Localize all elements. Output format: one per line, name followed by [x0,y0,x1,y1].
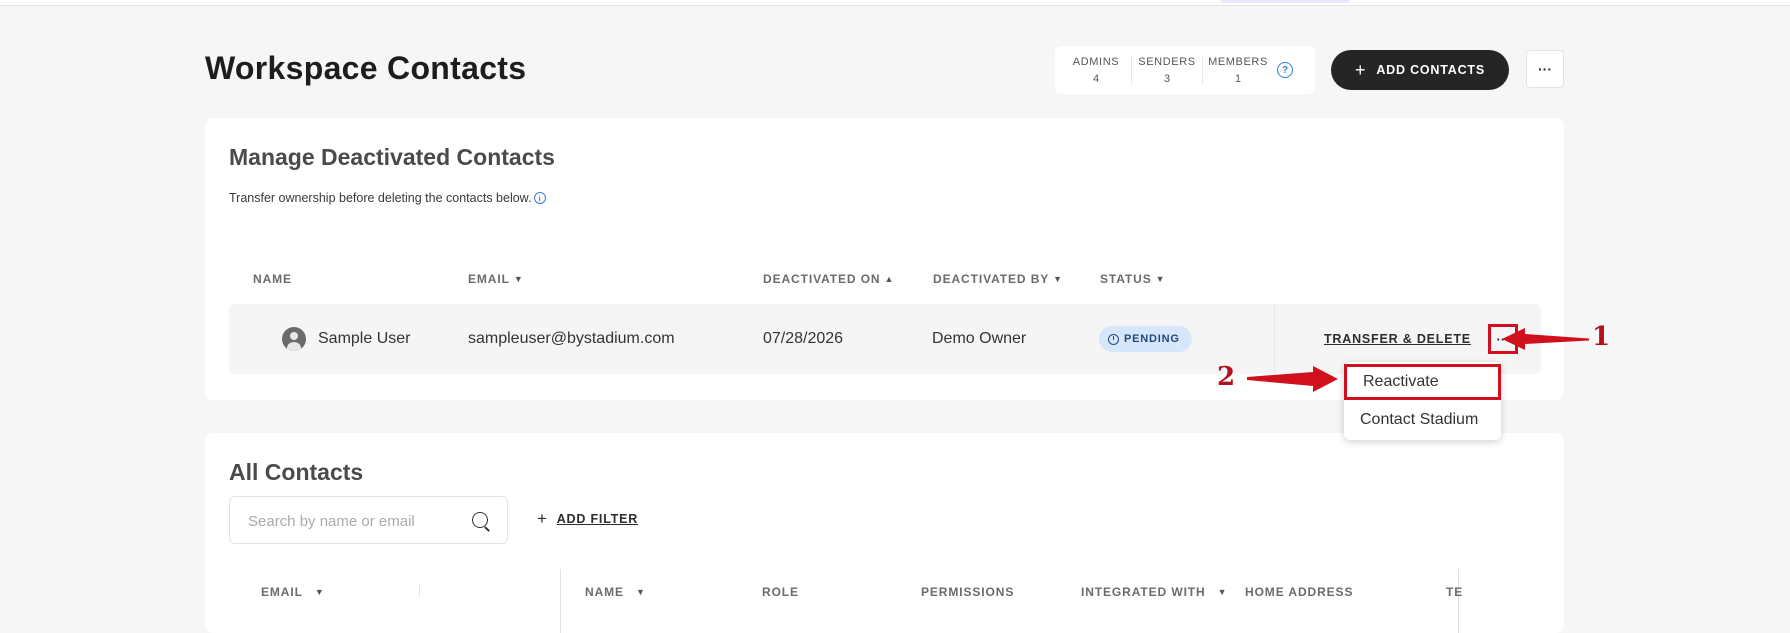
all-column-header-home-address: HOME ADDRESS [1245,585,1354,599]
info-icon[interactable]: i [533,192,546,204]
all-column-header-name-label: NAME [585,585,624,599]
plus-icon: + [537,509,548,528]
column-header-deactivated-on-label: DEACTIVATED ON [763,272,881,286]
stat-senders: SENDERS 3 [1132,55,1203,85]
add-filter-button[interactable]: + ADD FILTER [537,509,638,529]
all-column-header-integrated-with-label: INTEGRATED WITH [1081,585,1206,599]
column-header-deactivated-by-label: DEACTIVATED BY [933,272,1050,286]
stat-members-label: MEMBERS [1208,55,1268,68]
caret-down-icon: ▼ [1155,274,1166,284]
clock-icon [1108,333,1119,345]
caret-down-icon: ▼ [1217,587,1228,597]
annotation-number-1: 1 [1592,322,1611,352]
column-header-deactivated-on[interactable]: DEACTIVATED ON ▲ [763,272,894,286]
deactivated-subtitle: Transfer ownership before deleting the c… [229,191,546,205]
contact-name: Sample User [318,330,411,347]
column-divider [560,569,561,633]
add-contacts-label: ADD CONTACTS [1376,63,1485,77]
all-contacts-title: All Contacts [229,459,364,485]
caret-down-icon: ▼ [635,587,646,597]
deactivated-subtitle-text: Transfer ownership before deleting the c… [229,191,532,205]
column-header-deactivated-by[interactable]: DEACTIVATED BY ▼ [933,272,1063,286]
top-bar-active-tab[interactable] [1220,0,1350,3]
stat-admins: ADMINS 4 [1061,55,1132,85]
plus-icon: + [1355,59,1367,80]
all-column-header-permissions: PERMISSIONS [921,585,1015,599]
top-bar [0,0,1790,6]
column-divider [419,585,420,597]
contact-email: sampleuser@bystadium.com [468,330,675,347]
column-header-email-label: EMAIL [468,272,510,286]
all-column-header-integrated-with[interactable]: INTEGRATED WITH ▼ [1081,585,1227,599]
caret-down-icon: ▼ [1053,274,1063,284]
caret-down-icon: ▼ [314,587,325,597]
help-icon[interactable]: ? [1277,62,1293,78]
stat-admins-label: ADMINS [1072,55,1120,68]
menu-item-reactivate[interactable]: Reactivate [1344,364,1501,400]
all-column-header-truncated: TE [1446,585,1464,599]
add-filter-label: ADD FILTER [556,512,639,526]
column-header-status-label: STATUS [1100,272,1152,286]
all-column-header-role: ROLE [762,585,799,599]
add-contacts-button[interactable]: + ADD CONTACTS [1331,50,1509,90]
row-more-options-button[interactable]: ··· [1488,324,1518,354]
caret-down-icon: ▼ [513,274,524,284]
contact-name-cell: Sample User [282,304,410,374]
column-divider [1458,569,1459,633]
all-column-header-email[interactable]: EMAIL ▼ [261,585,325,599]
search-box [229,496,508,544]
deactivated-by: Demo Owner [932,330,1027,347]
row-actions-menu: Reactivate Contact Stadium [1344,362,1501,440]
column-header-status[interactable]: STATUS ▼ [1100,272,1165,286]
avatar-icon [282,327,306,351]
page-more-options-button[interactable]: ··· [1526,50,1564,88]
deactivated-on-date: 07/28/2026 [763,330,844,347]
status-badge: PENDING [1099,326,1192,352]
column-header-email[interactable]: EMAIL ▼ [468,272,524,286]
caret-up-icon: ▲ [884,274,895,284]
status-cell: PENDING [1099,304,1192,374]
status-badge-label: PENDING [1124,333,1180,345]
row-divider [1274,304,1275,374]
annotation-number-2: 2 [1217,362,1236,392]
all-column-header-email-label: EMAIL [261,585,303,599]
page-title: Workspace Contacts [205,50,527,86]
all-column-header-name[interactable]: NAME ▼ [585,585,646,599]
search-icon[interactable] [472,512,488,528]
stat-senders-label: SENDERS [1138,55,1196,68]
stat-senders-value: 3 [1163,72,1171,85]
menu-item-contact-stadium[interactable]: Contact Stadium [1344,402,1501,438]
role-stats: ADMINS 4 SENDERS 3 MEMBERS 1 ? [1055,46,1315,94]
search-input[interactable] [246,509,460,533]
stat-admins-value: 4 [1092,72,1100,85]
deactivated-title: Manage Deactivated Contacts [229,144,555,170]
all-contacts-card: All Contacts + ADD FILTER EMAIL ▼ NAME ▼… [205,433,1564,633]
stat-members: MEMBERS 1 [1203,56,1273,85]
deactivated-contacts-card: Manage Deactivated Contacts Transfer own… [205,118,1564,400]
stat-members-value: 1 [1234,72,1242,85]
column-header-name: NAME [253,272,292,286]
